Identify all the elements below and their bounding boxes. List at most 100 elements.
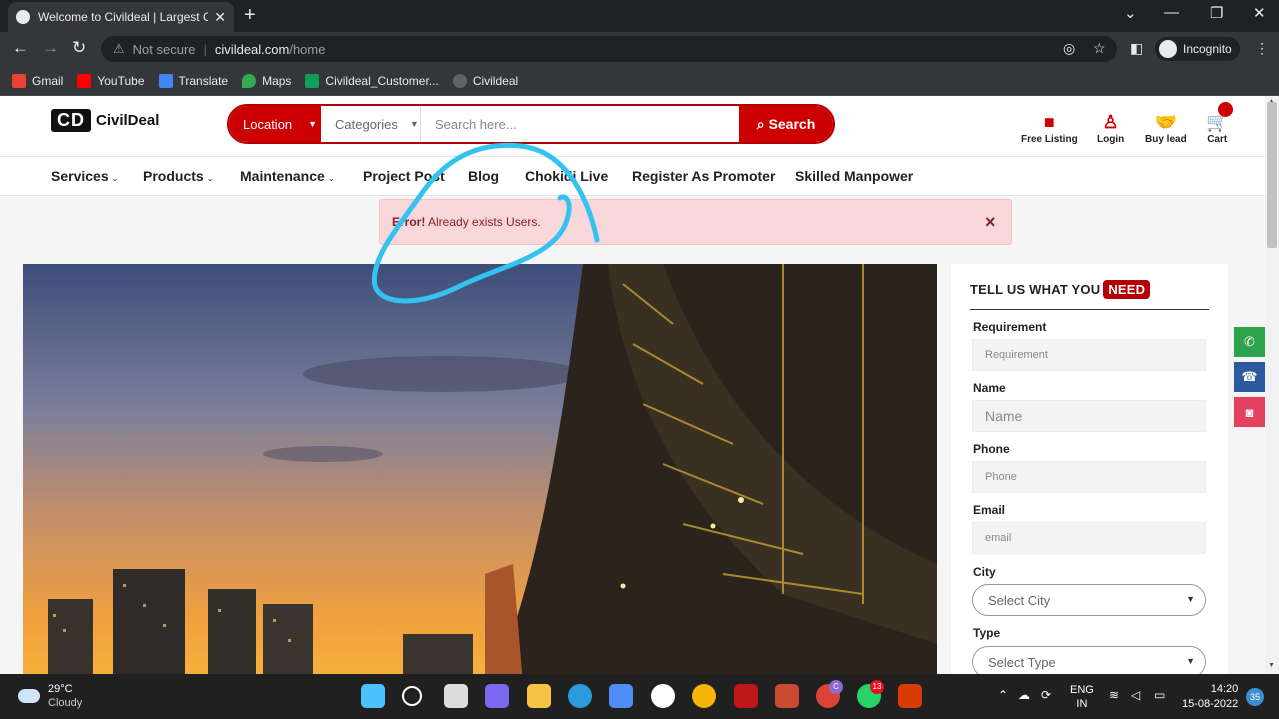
browser-toolbar: ← → ↻ ⚠ Not secure | civildeal.com /home… (0, 32, 1279, 66)
side-panel-icon[interactable]: ◧ (1130, 40, 1143, 57)
instagram-button[interactable]: ◙ (1234, 397, 1265, 427)
chevron-down-icon: ▼ (308, 119, 318, 129)
nav-register-promoter[interactable]: Register As Promoter (632, 168, 775, 184)
system-clock[interactable]: 14:20 15-08-2022 (1182, 682, 1238, 712)
forward-icon[interactable]: → (42, 38, 59, 58)
nav-maintenance[interactable]: Maintenance ⌄ (240, 168, 335, 184)
volume-icon[interactable]: ◁ (1131, 688, 1140, 702)
requirement-input[interactable] (972, 339, 1206, 371)
address-path: /home (289, 41, 326, 57)
not-secure-label: Not secure (132, 41, 196, 57)
bookmark-gmail[interactable]: Gmail (12, 73, 63, 88)
city-select[interactable]: Select City ▼ (972, 584, 1206, 616)
nav-project-post[interactable]: Project Post (363, 168, 445, 184)
bookmark-civildeal[interactable]: Civildeal (452, 73, 518, 88)
github-icon[interactable] (651, 684, 675, 708)
address-separator: | (203, 41, 207, 57)
site-header: CD CivilDeal Location ▼ Categories ▼ ⌕ S… (0, 96, 1265, 156)
maximize-icon[interactable]: ❐ (1210, 4, 1223, 22)
scroll-down-icon[interactable]: ▼ (1268, 662, 1275, 669)
new-tab-button[interactable]: + (244, 4, 256, 27)
onedrive-icon[interactable]: ☁ (1018, 688, 1030, 702)
sync-icon[interactable]: ⟳ (1041, 688, 1051, 702)
cart-label: Cart (1207, 134, 1228, 145)
type-label: Type (973, 626, 1001, 640)
app-icon[interactable] (692, 684, 716, 708)
bridge-scene (23, 264, 937, 674)
search-icon[interactable] (402, 686, 422, 706)
word-icon[interactable] (898, 684, 922, 708)
page-scrollbar[interactable]: ▲ ▼ (1265, 96, 1279, 674)
nav-services[interactable]: Services ⌄ (51, 168, 118, 184)
bookmark-youtube[interactable]: YouTube (77, 73, 145, 88)
notification-badge[interactable]: 35 (1246, 688, 1264, 706)
windows-taskbar: 29°C Cloudy C 13 ⌃ ☁ ⟳ ENG IN ≋ ◁ ▭ 14:2… (0, 674, 1279, 719)
web-page: CD CivilDeal Location ▼ Categories ▼ ⌕ S… (0, 96, 1265, 674)
phone-input[interactable] (972, 461, 1206, 493)
address-bar[interactable]: ⚠ Not secure | civildeal.com /home (101, 36, 1117, 62)
battery-icon[interactable]: ▭ (1154, 688, 1165, 702)
buy-lead-link[interactable]: 🤝 Buy lead (1145, 110, 1187, 145)
close-tab-icon[interactable]: ✕ (214, 9, 226, 26)
logo-mark: CD (51, 109, 91, 132)
categories-dropdown[interactable]: Categories ▼ (321, 106, 421, 142)
whatsapp-button[interactable]: ✆ (1234, 327, 1265, 357)
file-explorer-icon[interactable] (527, 684, 551, 708)
bookmark-translate[interactable]: Translate (158, 73, 228, 88)
start-icon[interactable] (361, 684, 385, 708)
edge-icon[interactable] (568, 684, 592, 708)
type-select[interactable]: Select Type ▼ (972, 646, 1206, 674)
chevron-down-icon: ⌄ (111, 174, 119, 183)
paint-icon[interactable] (775, 684, 799, 708)
nav-chokidi-live[interactable]: Chokidi Live (525, 168, 608, 184)
scrollbar-thumb[interactable] (1267, 102, 1277, 248)
email-input[interactable] (972, 522, 1206, 554)
phone-button[interactable]: ☎ (1234, 362, 1265, 392)
store-icon[interactable] (609, 684, 633, 708)
nav-products[interactable]: Products ⌄ (143, 168, 213, 184)
free-listing-label: Free Listing (1021, 134, 1078, 145)
search-input[interactable] (421, 106, 739, 142)
menu-icon[interactable]: ⋮ (1255, 40, 1269, 57)
eye-off-icon[interactable]: ◎ (1063, 40, 1075, 57)
search-button[interactable]: ⌕ Search (739, 106, 833, 142)
bookmark-civildeal-customer[interactable]: Civildeal_Customer... (305, 73, 439, 88)
cloud-icon (18, 689, 40, 703)
handshake-icon: 🤝 (1154, 112, 1178, 132)
clock-date: 15-08-2022 (1182, 698, 1239, 710)
star-icon[interactable]: ☆ (1093, 40, 1106, 57)
minimize-icon[interactable]: — (1164, 4, 1179, 21)
location-label: Location (243, 116, 293, 132)
teams-chat-icon[interactable] (485, 684, 509, 708)
weather-widget[interactable]: 29°C Cloudy (18, 682, 82, 710)
nav-blog[interactable]: Blog (468, 168, 499, 184)
bookmark-maps[interactable]: Maps (242, 73, 291, 88)
form-divider (970, 309, 1209, 310)
tab-search-icon[interactable]: ⌄ (1124, 4, 1137, 22)
chevron-down-icon: ▼ (1186, 594, 1195, 604)
sheets-icon (305, 73, 320, 88)
mcafee-icon[interactable] (734, 684, 758, 708)
login-link[interactable]: ♙ Login (1097, 110, 1124, 145)
globe-icon (16, 10, 30, 24)
alert-message: Already exists Users. (428, 215, 541, 229)
name-input[interactable] (972, 400, 1206, 432)
tray-chevron-icon[interactable]: ⌃ (998, 688, 1008, 702)
incognito-indicator[interactable]: Incognito (1155, 37, 1240, 61)
alert-strong: Error! (392, 215, 426, 229)
incognito-label: Incognito (1183, 42, 1232, 56)
language-region: IN (1076, 698, 1088, 710)
close-alert-icon[interactable]: × (985, 212, 996, 233)
site-logo[interactable]: CD CivilDeal (51, 109, 159, 132)
city-label: City (973, 565, 996, 579)
browser-tab[interactable]: Welcome to Civildeal | Largest O ✕ (8, 2, 234, 32)
close-window-icon[interactable]: ✕ (1253, 4, 1266, 22)
nav-skilled-manpower[interactable]: Skilled Manpower (795, 168, 913, 184)
location-dropdown[interactable]: Location ▼ (229, 106, 321, 142)
reload-icon[interactable]: ↻ (72, 38, 86, 58)
task-view-icon[interactable] (444, 684, 468, 708)
wifi-icon[interactable]: ≋ (1109, 688, 1119, 702)
free-listing-link[interactable]: ■ Free Listing (1021, 110, 1078, 145)
back-icon[interactable]: ← (12, 38, 29, 58)
language-indicator[interactable]: ENG IN (1070, 683, 1094, 711)
